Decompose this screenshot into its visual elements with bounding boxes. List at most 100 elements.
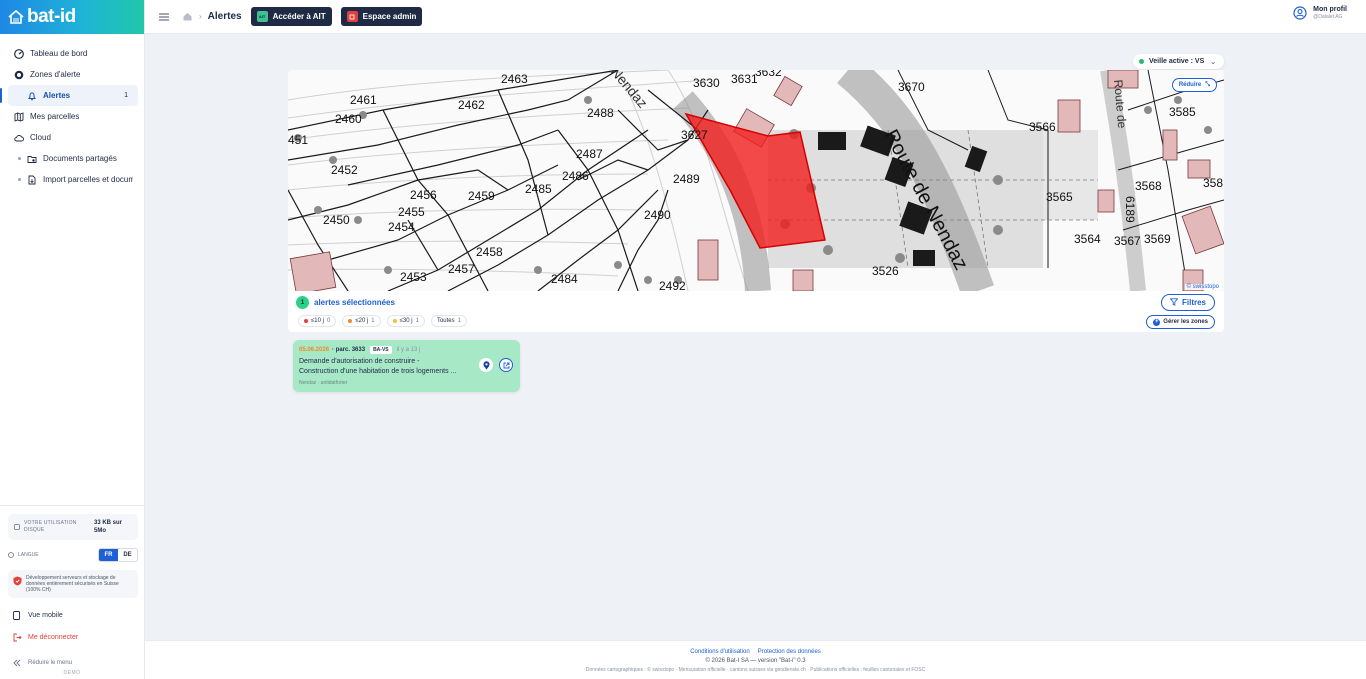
alert-card[interactable]: 05.06.2026 · parc. 3633 BA-VS il y a 13 … bbox=[293, 340, 520, 392]
parcel-number-label: 451 bbox=[288, 133, 308, 147]
logout-link[interactable]: Me déconnecter bbox=[13, 626, 144, 648]
profile-menu[interactable]: Mon profil @Datalet AG bbox=[1293, 6, 1347, 20]
parcel-number-label: 2450 bbox=[323, 213, 350, 227]
disk-usage-label: Votre utilisation disque bbox=[24, 520, 77, 533]
selection-label[interactable]: alertes sélectionnées bbox=[314, 298, 395, 307]
chip-count: 1 bbox=[415, 318, 419, 324]
sidebar-item-import[interactable]: Import parcelles et documents bbox=[8, 169, 138, 190]
parcel-number-label: 2461 bbox=[350, 93, 377, 107]
import-file-icon bbox=[26, 174, 37, 185]
chip-count: 1 bbox=[371, 318, 375, 324]
chip-count: 1 bbox=[457, 318, 461, 324]
sidebar-item-alerts[interactable]: Alertes 1 bbox=[0, 85, 138, 106]
footer-copyright: © 2026 Bat-I SA — version "Bat-i" 0.3 bbox=[705, 658, 806, 664]
active-status-dot bbox=[1139, 59, 1144, 64]
chip-10-days[interactable]: ≤10 j0 bbox=[298, 315, 337, 327]
home-icon[interactable] bbox=[183, 12, 193, 21]
chip-30-days[interactable]: ≤30 j1 bbox=[386, 315, 425, 327]
parcel-number-label: 2452 bbox=[331, 163, 358, 177]
breadcrumb-separator-icon: › bbox=[199, 12, 202, 21]
parcel-number-label: 3526 bbox=[872, 264, 899, 278]
sidebar-item-label: Zones d'alerte bbox=[30, 70, 81, 79]
map-pin-icon bbox=[483, 360, 489, 369]
shared-folder-icon bbox=[26, 153, 37, 164]
alert-meta: Nendaz · antidatforter bbox=[299, 380, 348, 386]
mobile-view-link[interactable]: Vue mobile bbox=[13, 604, 144, 626]
disk-usage-value: 33 KB sur 5Mo bbox=[94, 520, 123, 534]
admin-space-button[interactable]: Espace admin bbox=[340, 7, 423, 26]
parcel-number-label: 2459 bbox=[468, 189, 495, 203]
sidebar-item-zones[interactable]: Zones d'alerte bbox=[8, 64, 138, 85]
selection-count-badge: 1 bbox=[296, 296, 309, 309]
access-ait-label: Accéder à AIT bbox=[272, 12, 326, 21]
map-attribution[interactable]: © swisstopo bbox=[1184, 284, 1221, 290]
sidebar-bottom: Votre utilisation disque 33 KB sur 5Mo L… bbox=[0, 505, 144, 674]
locate-on-map-button[interactable] bbox=[479, 358, 493, 372]
dashboard-icon bbox=[13, 48, 24, 59]
reduce-map-button[interactable]: Réduire ⤡ bbox=[1171, 78, 1217, 92]
alert-count-badge: 1 bbox=[124, 92, 128, 99]
map-canvas[interactable]: 2463 2461 2462 2460 2488 451 2487 2452 2486 2489 2… bbox=[288, 70, 1224, 291]
language-label: Langue bbox=[18, 552, 39, 558]
sidebar: bat-id Tableau de bord Zones d'alerte Al… bbox=[0, 0, 145, 679]
parcel-number-label: 2454 bbox=[388, 220, 415, 234]
security-note-text: Développement serveurs et stockage de do… bbox=[26, 575, 119, 593]
filter-icon bbox=[1169, 297, 1179, 308]
external-link-icon bbox=[503, 362, 509, 368]
app-logo[interactable]: bat-id bbox=[8, 6, 76, 28]
sidebar-item-parcels[interactable]: Mes parcelles bbox=[8, 106, 138, 127]
sub-item-dot bbox=[18, 178, 21, 181]
privacy-link[interactable]: Protection des données bbox=[758, 649, 821, 655]
terms-link[interactable]: Conditions d'utilisation bbox=[690, 649, 750, 655]
access-ait-button[interactable]: AIT Accéder à AIT bbox=[250, 7, 332, 26]
sidebar-item-label: Documents partagés bbox=[43, 154, 117, 163]
alert-title-line: Construction d'une habitation de trois l… bbox=[299, 368, 457, 375]
chip-count: 0 bbox=[326, 318, 331, 324]
parcel-number-label: 3585 bbox=[1169, 105, 1196, 119]
parcel-number-label: 2462 bbox=[458, 98, 485, 112]
hamburger-menu-icon[interactable] bbox=[159, 13, 169, 21]
red-dot-icon bbox=[304, 319, 308, 323]
target-icon bbox=[13, 69, 24, 80]
alert-date: 05.06.2026 bbox=[299, 347, 330, 353]
cloud-icon bbox=[13, 132, 24, 143]
active-watch-selector[interactable]: Veille active : VS ⌄ bbox=[1133, 54, 1225, 69]
alert-parcel: · parc. 3633 bbox=[332, 347, 366, 353]
language-option-de[interactable]: DE bbox=[118, 549, 137, 561]
cadastral-map[interactable]: 2463 2461 2462 2460 2488 451 2487 2452 2486 2489 2… bbox=[288, 70, 1224, 291]
sidebar-item-dashboard[interactable]: Tableau de bord bbox=[8, 43, 138, 64]
double-chevron-left-icon bbox=[13, 659, 23, 667]
orange-dot-icon bbox=[348, 319, 353, 323]
sidebar-item-cloud[interactable]: Cloud bbox=[8, 127, 138, 148]
parcel-number-label: 6189 bbox=[1123, 196, 1137, 223]
chip-label: ≤10 j bbox=[311, 318, 324, 324]
parcel-number-label: 2457 bbox=[448, 262, 475, 276]
parcel-number-label: 2489 bbox=[673, 172, 700, 186]
chip-20-days[interactable]: ≤20 j1 bbox=[342, 315, 381, 327]
sidebar-item-label: Cloud bbox=[30, 133, 51, 142]
logo-text: bat-id bbox=[27, 6, 76, 27]
bell-icon bbox=[26, 90, 37, 101]
alert-source-tag: BA-VS bbox=[370, 346, 392, 354]
sidebar-item-shared-docs[interactable]: Documents partagés bbox=[8, 148, 138, 169]
collapse-arrows-icon: ⤡ bbox=[1205, 81, 1210, 88]
language-option-fr[interactable]: FR bbox=[99, 549, 118, 561]
parcel-number-label: 3670 bbox=[898, 80, 925, 94]
chip-all[interactable]: Toutes 1 bbox=[430, 315, 467, 327]
sidebar-item-label: Tableau de bord bbox=[30, 49, 88, 58]
footer-data-sources: Données cartographiques : © swisstopo · … bbox=[585, 667, 926, 673]
language-toggle: FR DE bbox=[98, 548, 138, 562]
logout-label: Me déconnecter bbox=[28, 633, 79, 641]
manage-zones-button[interactable]: + Gérer les zones bbox=[1146, 315, 1215, 329]
filters-button[interactable]: Filtres bbox=[1160, 294, 1215, 311]
parcel-number-label: 2463 bbox=[501, 72, 528, 86]
open-alert-button[interactable] bbox=[499, 358, 513, 372]
parcel-number-label: 3564 bbox=[1074, 232, 1101, 246]
sidebar-item-label: Import parcelles et documents bbox=[43, 175, 133, 184]
alert-header: 05.06.2026 · parc. 3633 BA-VS il y a 13 … bbox=[299, 346, 420, 354]
filters-label: Filtres bbox=[1181, 298, 1206, 307]
selection-summary: 1 alertes sélectionnées bbox=[296, 296, 395, 309]
chip-label: ≤30 j bbox=[399, 318, 413, 324]
parcel-number-label: 2460 bbox=[335, 112, 362, 126]
environment-label: DEMO bbox=[63, 670, 81, 676]
